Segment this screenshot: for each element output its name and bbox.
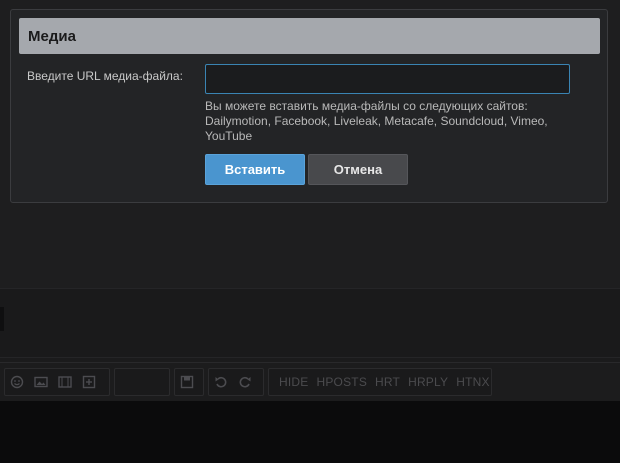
- hint-line: Вы можете вставить медиа-файлы со следую…: [205, 99, 528, 113]
- toolbar-group-tags: HIDE HPOSTS HRT HRPLY HTNX: [268, 368, 492, 396]
- cancel-button[interactable]: Отмена: [308, 154, 408, 185]
- save-icon[interactable]: [178, 373, 196, 391]
- smiley-icon[interactable]: [8, 373, 26, 391]
- plus-box-icon[interactable]: [80, 373, 98, 391]
- toolbar-group-save: [174, 368, 204, 396]
- tag-hrply-button[interactable]: HRPLY: [408, 375, 448, 389]
- dialog-title: Медиа: [19, 18, 600, 54]
- undo-icon[interactable]: [212, 373, 230, 391]
- media-url-input[interactable]: [205, 64, 570, 94]
- hint-line: YouTube: [205, 129, 253, 143]
- footer-area: [0, 401, 620, 463]
- supported-sites-hint: Вы можете вставить медиа-файлы со следую…: [205, 99, 575, 144]
- tag-hposts-button[interactable]: HPOSTS: [316, 375, 367, 389]
- tag-hrt-button[interactable]: HRT: [375, 375, 400, 389]
- tag-hide-button[interactable]: HIDE: [279, 375, 308, 389]
- redo-icon[interactable]: [236, 373, 254, 391]
- editor-area: [0, 288, 620, 358]
- film-icon[interactable]: [56, 373, 74, 391]
- url-label: Введите URL медиа-файла:: [27, 69, 183, 83]
- toolbar-group-media: [4, 368, 110, 396]
- insert-button[interactable]: Вставить: [205, 154, 305, 185]
- hint-line: Dailymotion, Facebook, Liveleak, Metacaf…: [205, 114, 548, 128]
- toolbar-select[interactable]: [114, 368, 170, 396]
- editor-tab-marker: [0, 307, 4, 331]
- image-icon[interactable]: [32, 373, 50, 391]
- media-dialog: Медиа Введите URL медиа-файла: Вы можете…: [10, 9, 608, 203]
- toolbar-group-history: [208, 368, 264, 396]
- tag-htnx-button[interactable]: HTNX: [456, 375, 489, 389]
